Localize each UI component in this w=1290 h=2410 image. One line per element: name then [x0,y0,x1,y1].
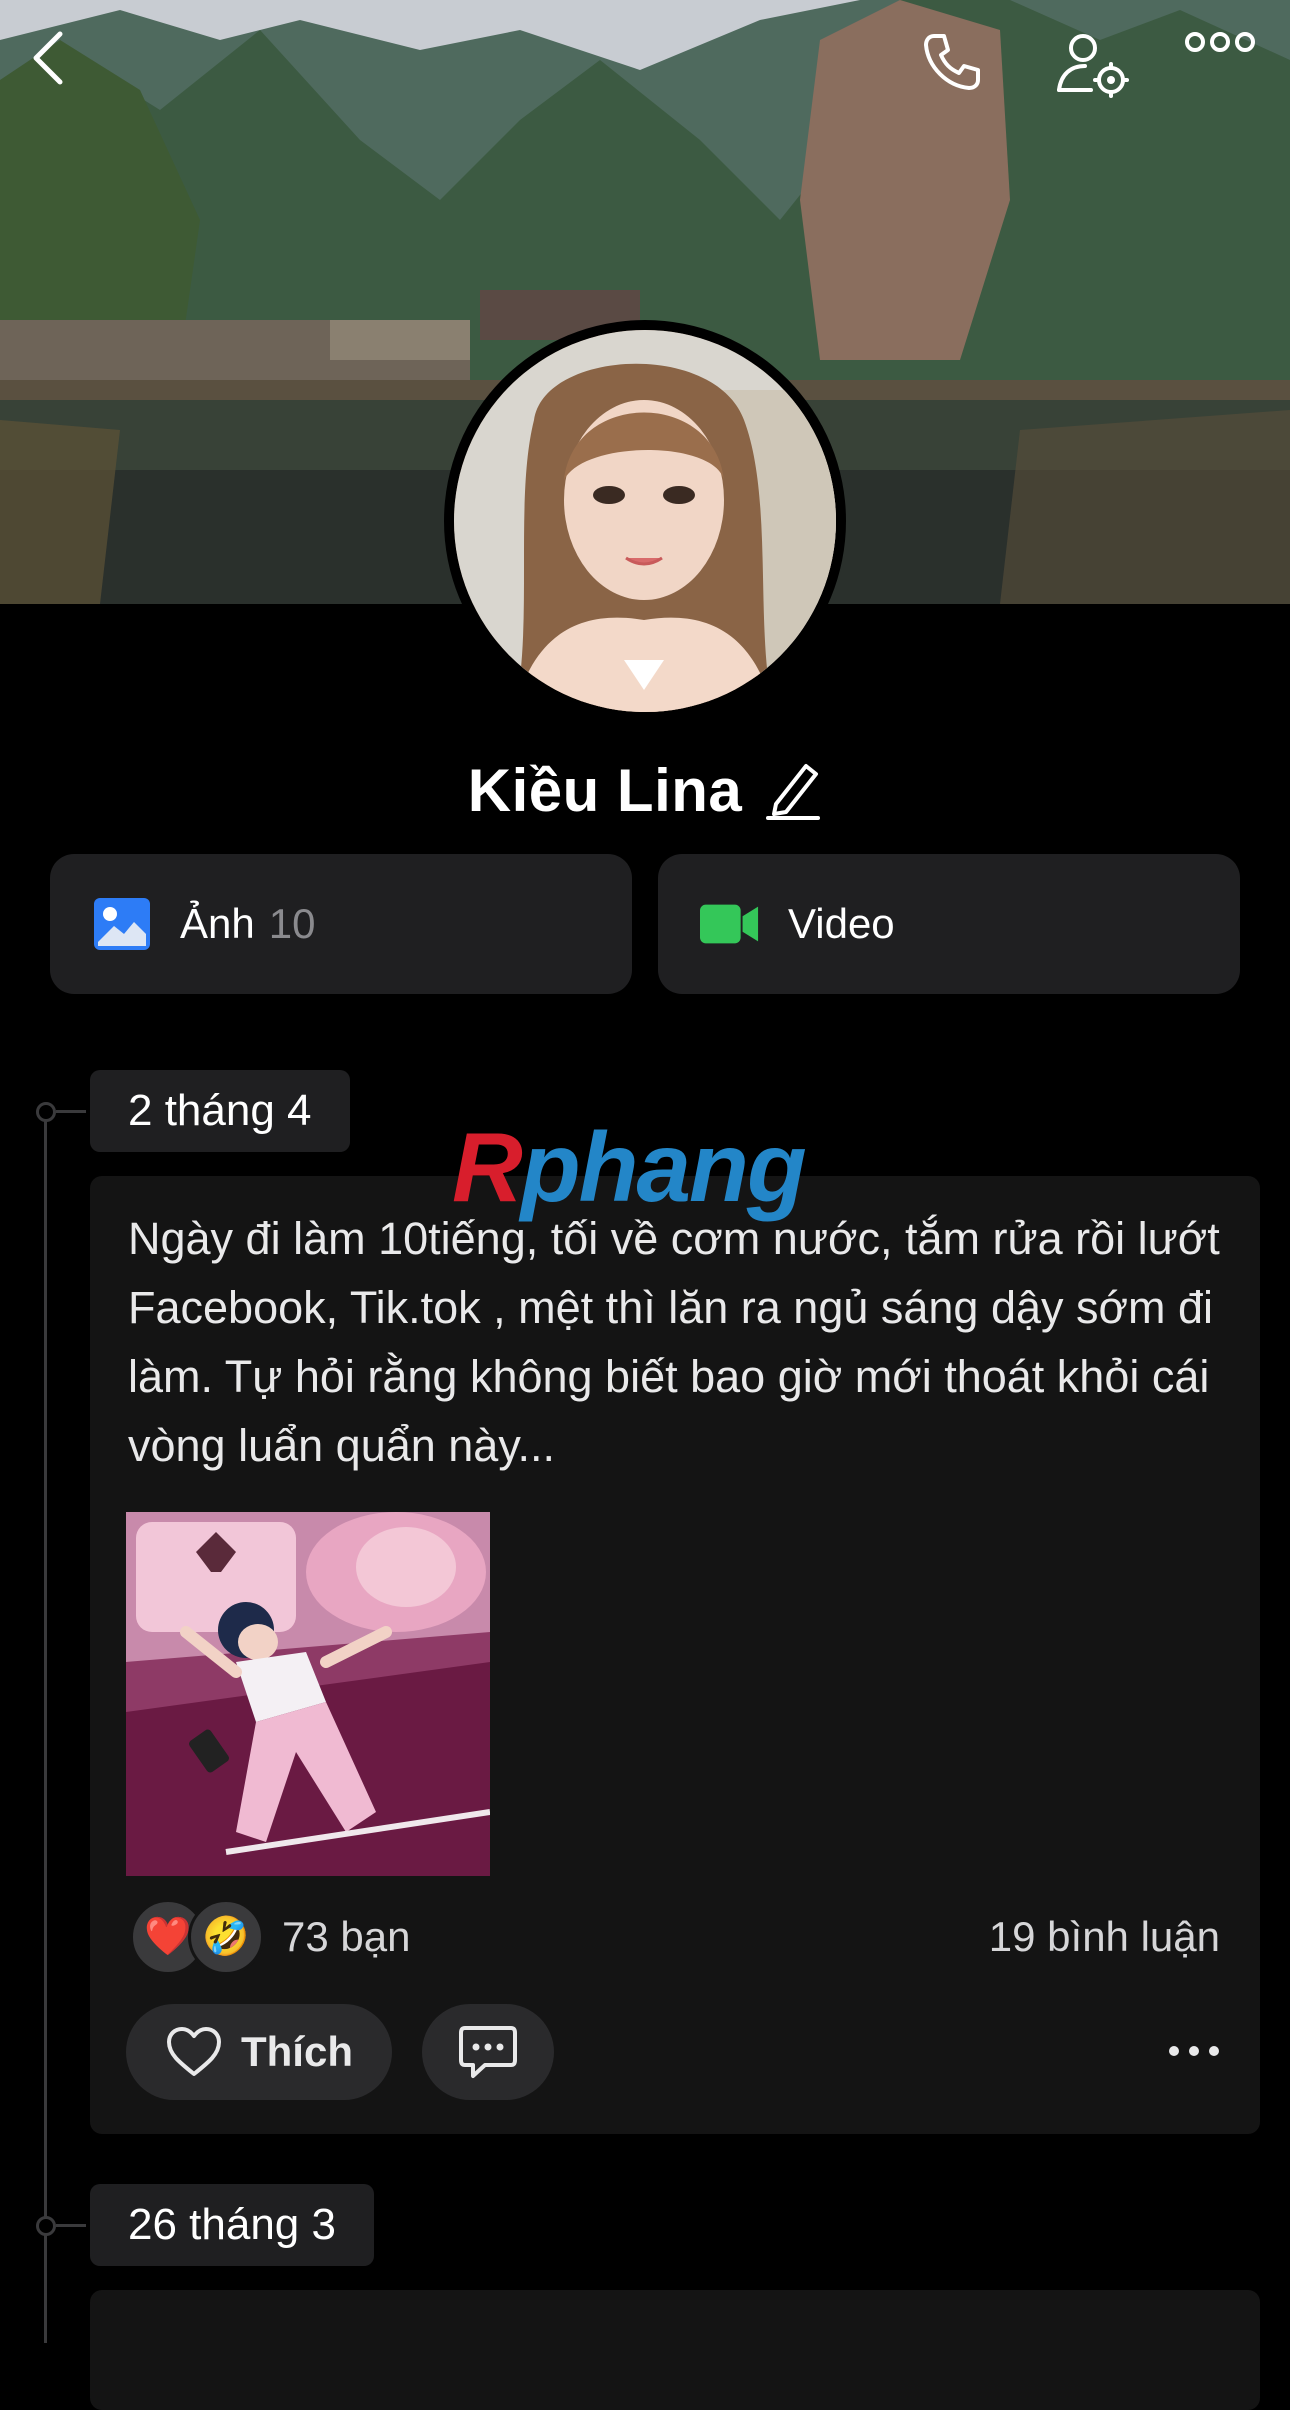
more-horizontal-icon [1169,2046,1219,2056]
phone-icon [924,34,980,90]
reaction-row: ❤️ 🤣 73 bạn 19 bình luận [130,1896,1220,1978]
watermark-word: phang [520,1112,807,1222]
laugh-reaction-icon: 🤣 [188,1899,264,1975]
timeline-dot [36,1102,56,1122]
like-label: Thích [241,2028,353,2075]
more-options-button[interactable] [1185,30,1265,110]
photos-button[interactable]: Ảnh 10 [50,854,632,994]
comment-button[interactable] [422,2004,554,2100]
profile-settings-button[interactable] [1055,30,1145,110]
post-image[interactable] [126,1512,490,1876]
photo-icon [92,894,152,954]
post-card[interactable]: Ngày đi làm 10tiếng, tối về cơm nước, tắ… [90,1176,1260,2134]
edit-name-button[interactable] [766,758,822,822]
heart-icon [167,2027,221,2076]
timeline-connector [56,2224,86,2227]
post-more-button[interactable] [1164,2026,1224,2076]
post-date: 26 tháng 3 [90,2184,374,2266]
video-button[interactable]: Video [658,854,1240,994]
comment-count[interactable]: 19 bình luận [989,1913,1220,1961]
like-button[interactable]: Thích [126,2004,392,2100]
call-button[interactable] [920,30,1000,110]
post-date: 2 tháng 4 [90,1070,350,1152]
timeline-dot [36,2216,56,2236]
timeline-line [44,1110,47,2343]
pencil-icon [766,764,821,820]
profile-name: Kiều Lina [467,756,743,824]
watermark-logo: Rphang [452,1118,807,1216]
back-button[interactable] [30,30,90,110]
watermark-letter: R [452,1112,523,1222]
photos-label: Ảnh [180,900,255,947]
post-card[interactable] [90,2290,1260,2410]
profile-name-row: Kiều Lina [0,750,1290,830]
comment-icon [459,2026,517,2078]
photos-count: 10 [268,900,316,947]
avatar[interactable] [444,320,846,722]
reaction-count[interactable]: 73 bạn [282,1913,410,1961]
chevron-left-icon [33,31,63,85]
timeline-connector [56,1110,86,1113]
user-settings-icon [1057,34,1129,98]
video-camera-icon [700,894,760,954]
more-dots-icon [1185,32,1255,52]
avatar-photo [454,330,836,712]
video-label: Video [788,900,895,947]
post-text: Ngày đi làm 10tiếng, tối về cơm nước, tắ… [128,1213,1220,1471]
